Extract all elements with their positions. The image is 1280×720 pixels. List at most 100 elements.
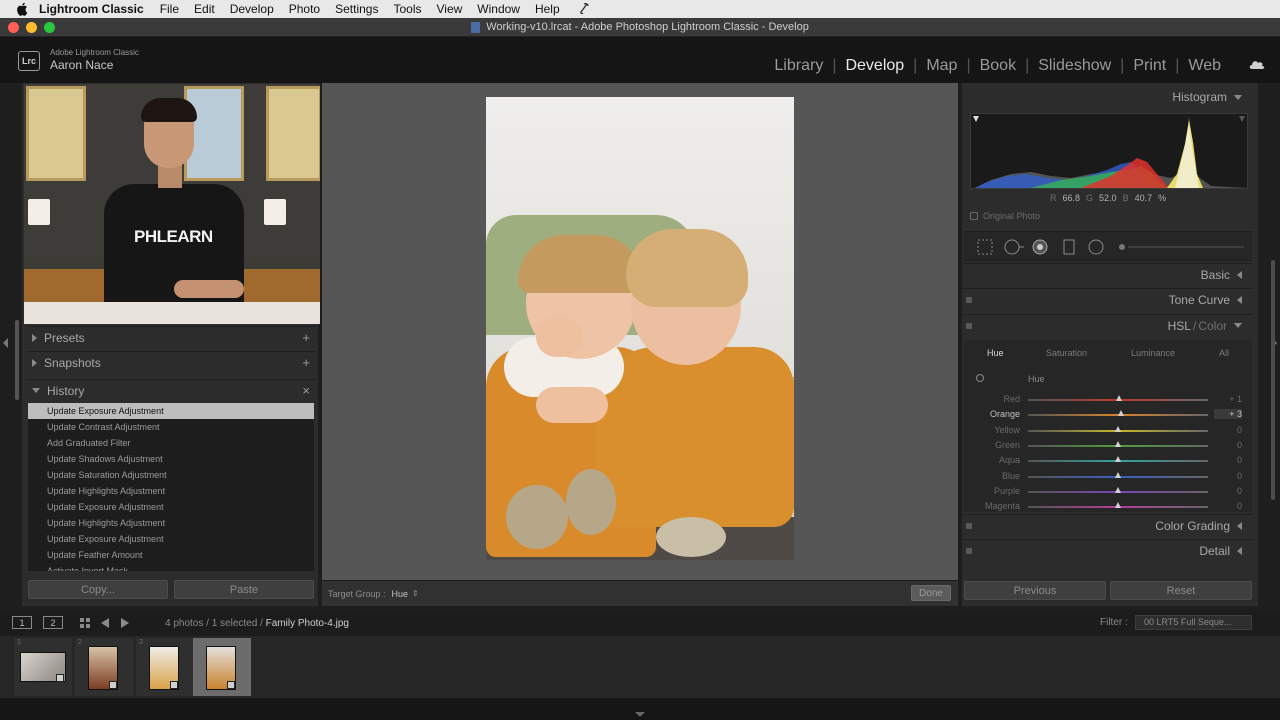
main-photo[interactable] [486,97,794,560]
panel-switch-icon[interactable] [966,548,972,554]
module-map[interactable]: Map [917,57,966,75]
history-item[interactable]: Update Highlights Adjustment [28,483,314,499]
filmstrip-thumbnail[interactable]: 1 [14,638,72,696]
menu-settings[interactable]: Settings [335,2,378,16]
hsl-panel-header[interactable]: HSL / Color [962,314,1252,336]
history-item[interactable]: Update Exposure Adjustment [28,403,314,419]
hue-slider-green[interactable]: Green 0 [964,438,1252,453]
previous-button[interactable]: Previous [964,581,1106,600]
slider-value[interactable]: 0 [1214,440,1242,450]
color-grading-panel-header[interactable]: Color Grading [962,514,1252,536]
filmstrip-thumbnail-selected[interactable]: 4 [193,638,251,696]
history-panel-header[interactable]: History × [28,379,316,401]
hue-slider-purple[interactable]: Purple 0 [964,484,1252,499]
slider-thumb[interactable] [1115,425,1121,432]
zoom-window-button[interactable] [44,22,55,33]
paste-settings-button[interactable]: Paste [174,580,314,599]
tab-luminance[interactable]: Luminance [1131,348,1175,358]
slider-value[interactable]: 0 [1214,501,1242,511]
checkbox-icon[interactable] [970,212,978,220]
module-slideshow[interactable]: Slideshow [1029,57,1120,75]
history-item[interactable]: Update Highlights Adjustment [28,515,314,531]
add-preset-button[interactable]: + [302,330,310,345]
slider-value[interactable]: + 3 [1214,409,1242,420]
history-item[interactable]: Activate Invert Mask [28,563,314,571]
history-item[interactable]: Update Saturation Adjustment [28,467,314,483]
clear-history-button[interactable]: × [302,383,310,398]
menu-file[interactable]: File [160,2,179,16]
target-group-select[interactable]: Hue [392,589,409,599]
slider-thumb[interactable] [1115,395,1122,401]
tab-hue[interactable]: Hue [987,348,1004,358]
hue-slider-magenta[interactable]: Magenta 0 [964,499,1252,514]
tab-all[interactable]: All [1219,348,1229,358]
module-develop[interactable]: Develop [836,57,913,75]
script-menu-icon[interactable] [579,2,590,17]
reset-button[interactable]: Reset [1110,581,1252,600]
detail-panel-header[interactable]: Detail [962,539,1252,561]
filmstrip-toggle-icon[interactable] [635,712,645,717]
original-photo-toggle[interactable]: Original Photo [970,211,1040,221]
menu-app-name[interactable]: Lightroom Classic [39,2,144,16]
slider-thumb[interactable] [1115,471,1121,478]
history-item[interactable]: Update Shadows Adjustment [28,451,314,467]
slider-value[interactable]: 0 [1214,486,1242,496]
copy-settings-button[interactable]: Copy... [28,580,168,599]
add-snapshot-button[interactable]: + [302,355,310,370]
panel-switch-icon[interactable] [966,297,972,303]
select-arrows-icon[interactable]: ⇕ [412,589,419,598]
slider-value[interactable]: 0 [1214,455,1242,465]
menu-edit[interactable]: Edit [194,2,215,16]
tone-curve-panel-header[interactable]: Tone Curve [962,288,1252,310]
done-button[interactable]: Done [911,585,951,601]
slider-value[interactable]: + 1 [1214,394,1242,404]
history-item[interactable]: Update Feather Amount [28,547,314,563]
filter-select[interactable]: 00 LRT5 Full Seque... [1135,615,1252,630]
menu-photo[interactable]: Photo [289,2,320,16]
hsl-label[interactable]: HSL [1168,319,1191,333]
filmstrip-thumbnail[interactable]: 3 [136,638,194,696]
presets-panel-header[interactable]: Presets + [28,326,316,348]
minimize-window-button[interactable] [26,22,37,33]
primary-window-button[interactable]: 1 [12,616,32,629]
module-library[interactable]: Library [765,57,832,75]
module-book[interactable]: Book [971,57,1025,75]
filmstrip-source-info[interactable]: 4 photos / 1 selected / Family Photo-4.j… [165,618,349,629]
color-label[interactable]: Color [1198,319,1227,333]
slider-thumb[interactable] [1115,440,1121,447]
module-web[interactable]: Web [1179,57,1230,75]
left-panel-scrollbar[interactable] [15,320,19,400]
history-item[interactable]: Update Exposure Adjustment [28,499,314,515]
slider-value[interactable]: 0 [1214,425,1242,435]
back-arrow-icon[interactable] [101,618,109,628]
history-item[interactable]: Add Graduated Filter [28,435,314,451]
secondary-window-button[interactable]: 2 [43,616,63,629]
history-item[interactable]: Update Exposure Adjustment [28,531,314,547]
close-window-button[interactable] [8,22,19,33]
forward-arrow-icon[interactable] [121,618,129,628]
hue-slider-yellow[interactable]: Yellow 0 [964,423,1252,438]
right-panel-scrollbar[interactable] [1271,260,1275,500]
panel-switch-icon[interactable] [966,523,972,529]
menu-help[interactable]: Help [535,2,560,16]
tab-saturation[interactable]: Saturation [1046,348,1087,358]
history-item[interactable]: Update Contrast Adjustment [28,419,314,435]
snapshots-panel-header[interactable]: Snapshots + [28,351,316,373]
targeted-adjustment-icon[interactable] [976,374,984,382]
histogram-panel-header[interactable]: Histogram [962,86,1252,108]
cloud-sync-icon[interactable] [1248,59,1266,69]
filmstrip-thumbnail[interactable]: 2 [75,638,133,696]
hue-slider-orange[interactable]: Orange + 3 [964,407,1252,422]
hue-slider-red[interactable]: Red + 1 [964,392,1252,407]
menu-develop[interactable]: Develop [230,2,274,16]
slider-thumb[interactable] [1117,410,1124,417]
histogram-graph[interactable] [970,113,1248,189]
menu-window[interactable]: Window [477,2,520,16]
basic-panel-header[interactable]: Basic [962,263,1252,285]
slider-thumb[interactable] [1115,456,1121,463]
menu-view[interactable]: View [436,2,462,16]
panel-switch-icon[interactable] [966,323,972,329]
grid-view-icon[interactable] [80,618,90,628]
apple-icon[interactable] [15,2,29,16]
hue-slider-aqua[interactable]: Aqua 0 [964,453,1252,468]
